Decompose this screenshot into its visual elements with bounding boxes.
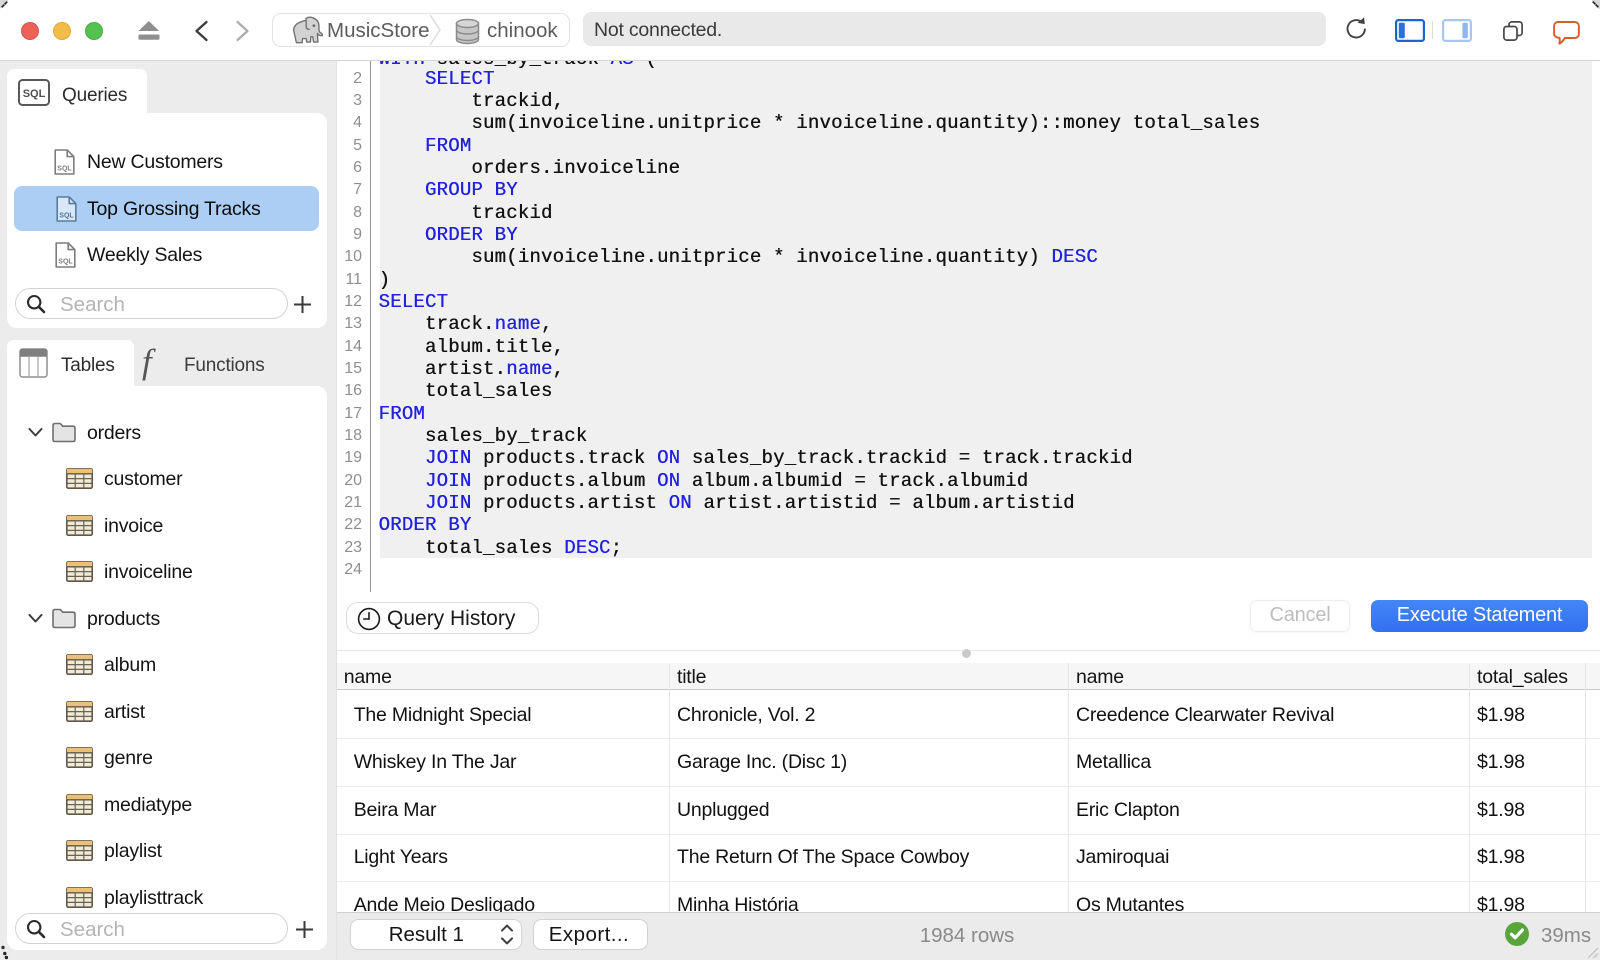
svg-text:SQL: SQL	[59, 213, 74, 220]
svg-text:SQL: SQL	[58, 259, 73, 266]
svg-text:SQL: SQL	[57, 166, 72, 173]
svg-text:SQL: SQL	[23, 88, 46, 100]
